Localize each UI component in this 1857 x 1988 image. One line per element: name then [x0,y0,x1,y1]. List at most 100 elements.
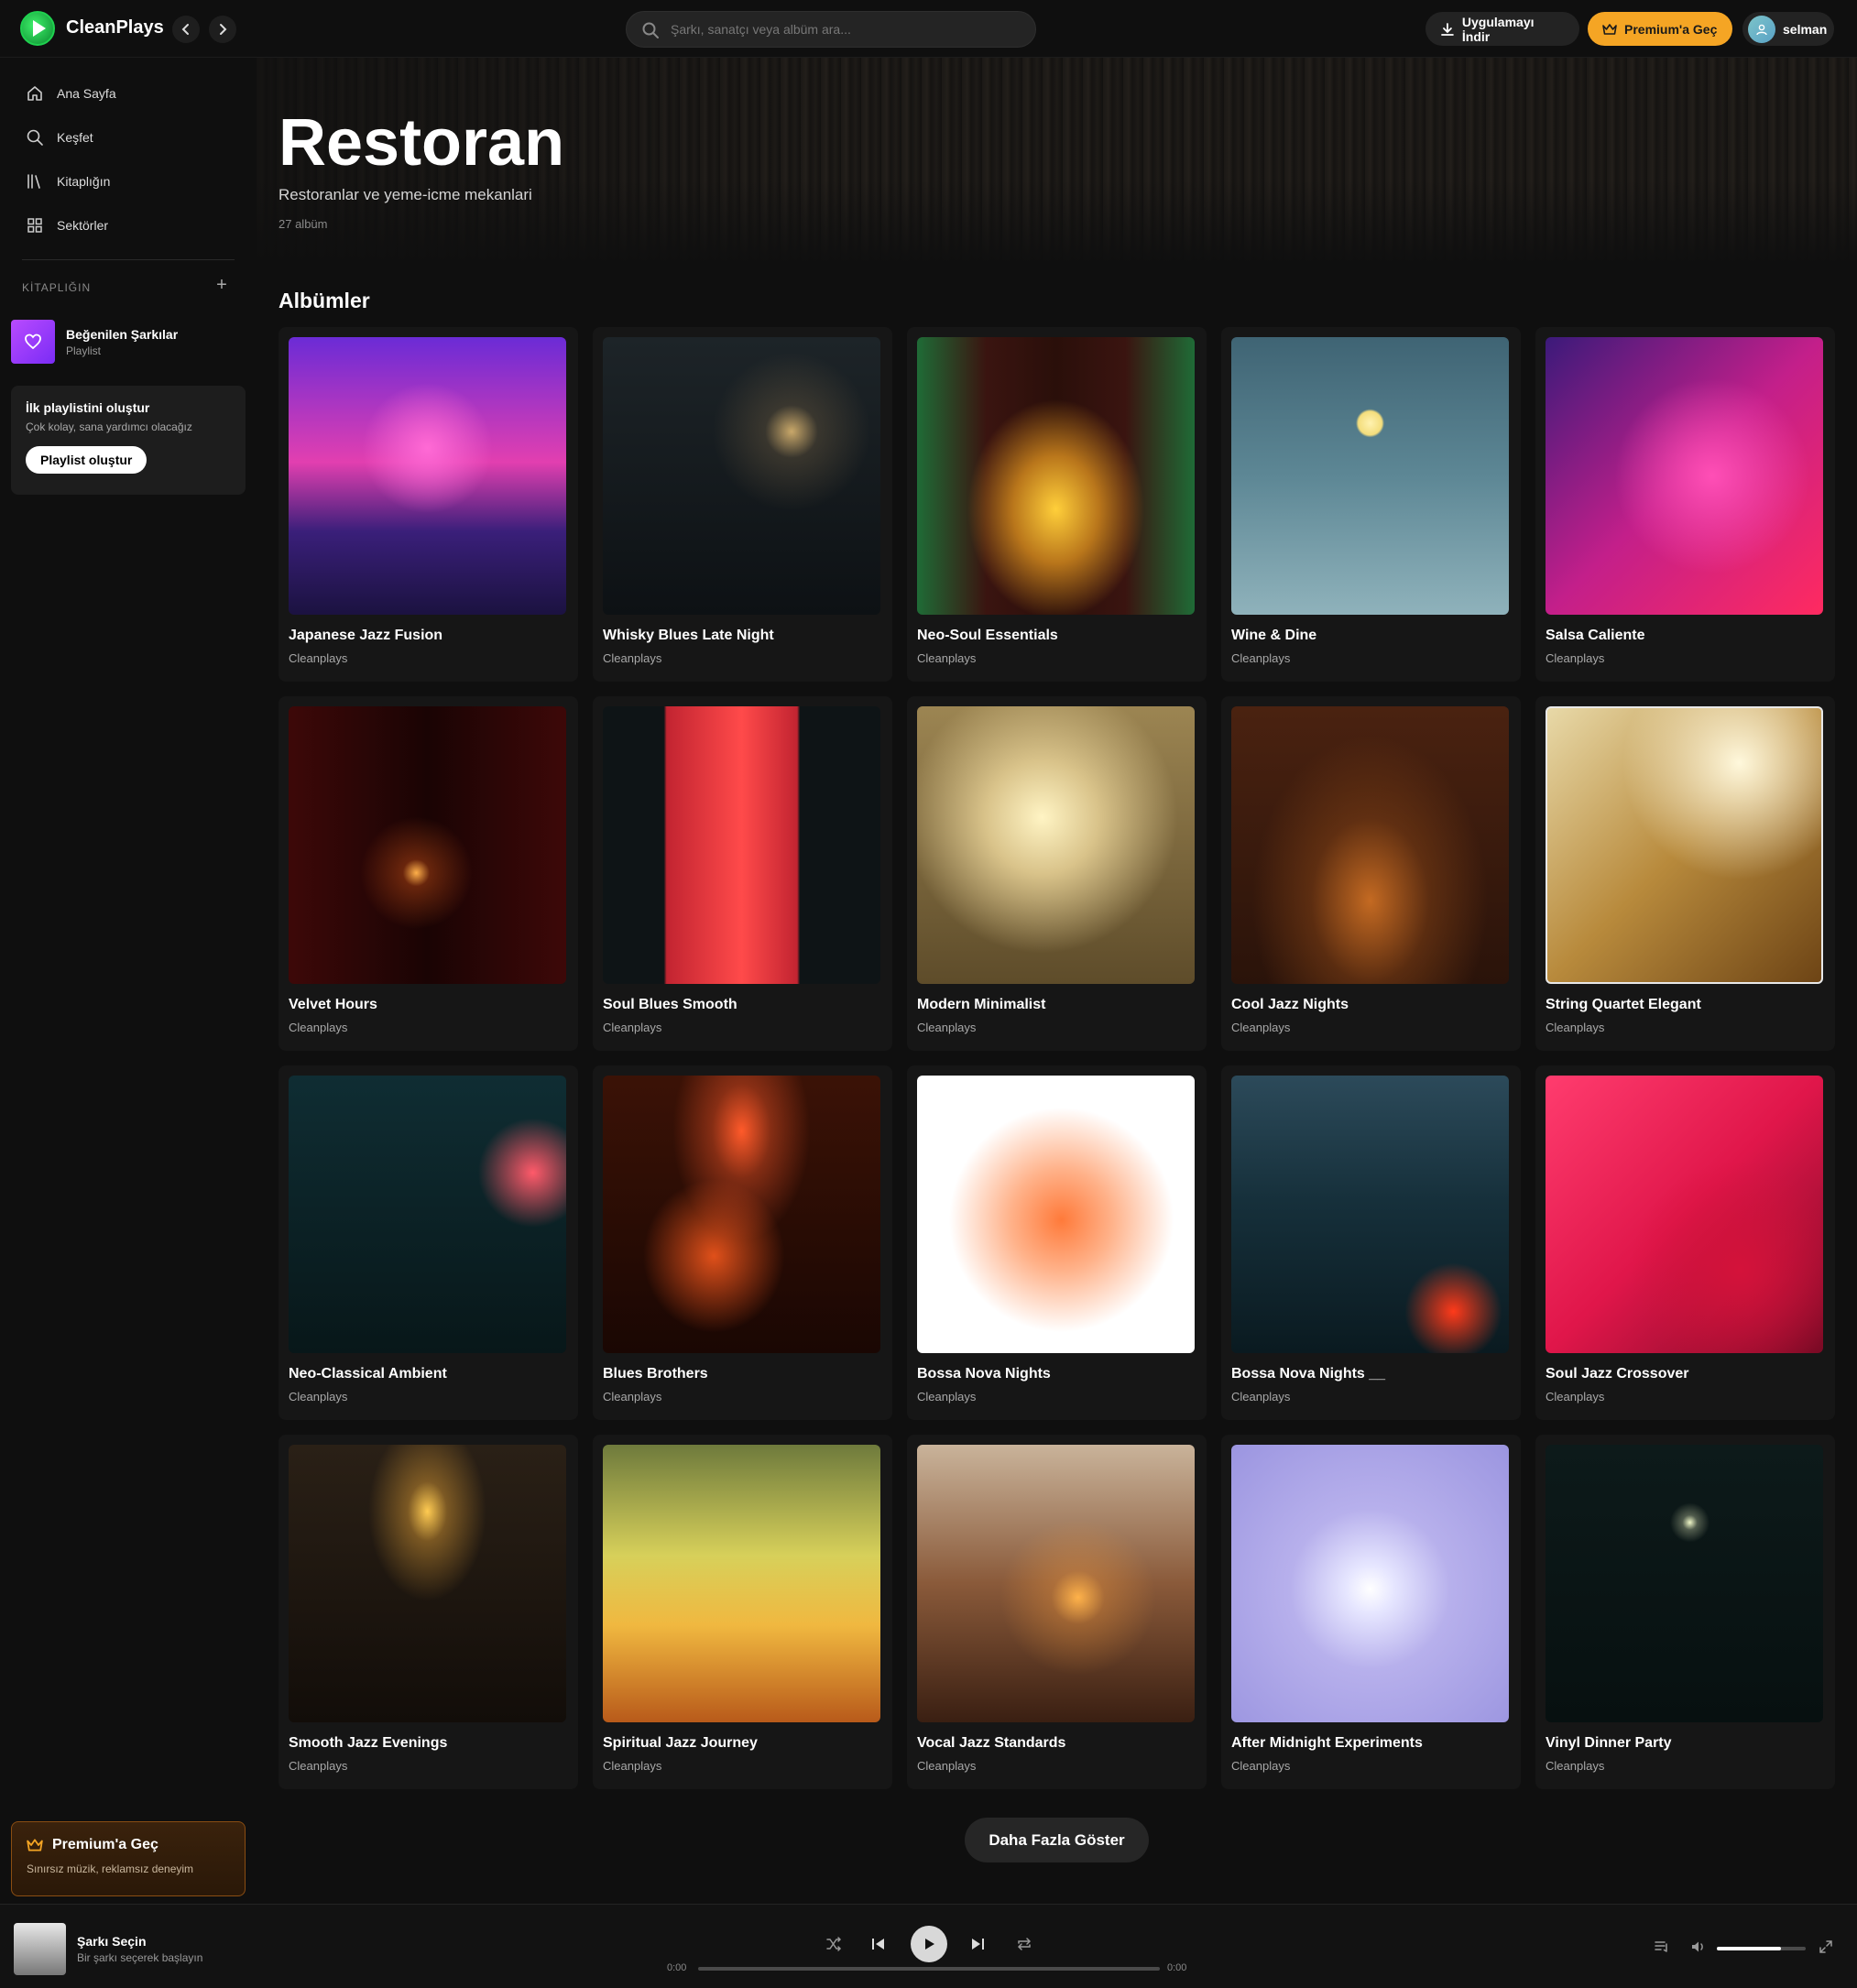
fullscreen-button[interactable] [1814,1935,1838,1959]
album-cover [603,1445,880,1722]
album-artist: Cleanplays [289,651,348,665]
album-cover [1546,337,1823,615]
play-button[interactable] [911,1926,947,1962]
repeat-button[interactable] [1012,1932,1036,1956]
album-card[interactable]: String Quartet Elegant Cleanplays [1535,696,1835,1051]
album-card[interactable]: Spiritual Jazz Journey Cleanplays [593,1435,892,1789]
album-card[interactable]: Neo-Classical Ambient Cleanplays [279,1065,578,1420]
album-card[interactable]: Japanese Jazz Fusion Cleanplays [279,327,578,682]
download-app-button[interactable]: Uygulamayı İndir [1426,12,1579,46]
album-artist: Cleanplays [1231,1390,1291,1404]
shuffle-button[interactable] [822,1932,846,1956]
forward-button[interactable] [209,16,236,43]
create-playlist-subtitle: Çok kolay, sana yardımcı olacağız [26,421,192,433]
album-card[interactable]: Salsa Caliente Cleanplays [1535,327,1835,682]
album-title: Vinyl Dinner Party [1546,1735,1672,1751]
album-title: Neo-Classical Ambient [289,1366,447,1382]
album-title: Wine & Dine [1231,628,1317,643]
album-card[interactable]: Modern Minimalist Cleanplays [907,696,1207,1051]
liked-songs-title: Beğenilen Şarkılar [66,326,179,342]
library-icon [27,174,40,189]
player-bar: Şarkı Seçin Bir şarkı seçerek başlayın 0… [0,1904,1857,1988]
repeat-icon [1017,1938,1032,1950]
previous-button[interactable] [867,1932,890,1956]
albums-heading: Albümler [279,289,370,312]
album-card[interactable]: Smooth Jazz Evenings Cleanplays [279,1435,578,1789]
album-title: After Midnight Experiments [1231,1735,1423,1751]
next-button[interactable] [966,1932,989,1956]
sidebar-item-home[interactable]: Ana Sayfa [11,75,246,112]
album-card[interactable]: Neo-Soul Essentials Cleanplays [907,327,1207,682]
volume-icon [1692,1941,1703,1952]
sidebar-item-discover[interactable]: Keşfet [11,119,246,156]
create-playlist-button[interactable]: Playlist oluştur [26,446,147,474]
heart-icon [25,333,41,350]
album-card[interactable]: Vinyl Dinner Party Cleanplays [1535,1435,1835,1789]
volume-slider[interactable] [1717,1947,1806,1950]
search-input[interactable] [671,12,1019,47]
play-logo-icon [33,20,46,37]
album-card[interactable]: Soul Blues Smooth Cleanplays [593,696,892,1051]
album-title: Smooth Jazz Evenings [289,1735,448,1751]
album-card[interactable]: Vocal Jazz Standards Cleanplays [907,1435,1207,1789]
album-cover [603,337,880,615]
user-menu-button[interactable]: selman [1742,12,1834,46]
album-artist: Cleanplays [1546,651,1605,665]
sector-hero: Restoran Restoranlar ve yeme-icme mekanl… [257,58,1857,263]
queue-button[interactable] [1650,1935,1674,1959]
sidebar-item-sectors[interactable]: Sektörler [11,207,246,244]
album-artist: Cleanplays [1231,1759,1291,1773]
avatar [1748,15,1775,43]
album-count: 27 albüm [279,217,328,231]
album-cover [917,337,1195,615]
sidebar-item-library[interactable]: Kitaplığın [11,163,246,200]
album-cover [289,1445,566,1722]
premium-promo-subtitle: Sınırsız müzik, reklamsız deneyim [27,1862,194,1875]
album-card[interactable]: Bossa Nova Nights Cleanplays [907,1065,1207,1420]
sidebar-divider [22,259,235,260]
premium-button[interactable]: Premium'a Geç [1588,12,1732,46]
album-title: Cool Jazz Nights [1231,997,1349,1012]
show-more-button[interactable]: Daha Fazla Göster [965,1818,1149,1862]
add-playlist-icon[interactable]: + [213,276,231,294]
crown-icon [1602,23,1617,35]
now-playing-title: Şarkı Seçin [77,1934,147,1949]
album-cover [1231,337,1509,615]
download-icon [1441,22,1454,36]
sidebar-item-label: Keşfet [57,130,93,145]
app-logo[interactable] [20,11,55,46]
album-cover [917,1076,1195,1353]
user-name: selman [1783,21,1828,37]
volume-button[interactable] [1687,1935,1710,1959]
album-artist: Cleanplays [289,1390,348,1404]
album-artist: Cleanplays [917,1021,977,1034]
page-title: Restoran [279,106,565,180]
album-card[interactable]: Cool Jazz Nights Cleanplays [1221,696,1521,1051]
album-title: Bossa Nova Nights [917,1366,1051,1382]
search-icon [642,22,659,38]
album-card[interactable]: Soul Jazz Crossover Cleanplays [1535,1065,1835,1420]
album-cover [1546,706,1823,984]
back-button[interactable] [172,16,200,43]
sidebar-item-label: Ana Sayfa [57,86,116,101]
album-card[interactable]: Whisky Blues Late Night Cleanplays [593,327,892,682]
album-card[interactable]: Velvet Hours Cleanplays [279,696,578,1051]
library-heading: KİTAPLIĞIN [22,281,92,294]
progress-bar[interactable] [698,1967,1160,1971]
album-cover [1231,1076,1509,1353]
album-title: Whisky Blues Late Night [603,628,774,643]
album-card[interactable]: Bossa Nova Nights __ Cleanplays [1221,1065,1521,1420]
album-cover [289,1076,566,1353]
album-artist: Cleanplays [289,1759,348,1773]
album-card[interactable]: Blues Brothers Cleanplays [593,1065,892,1420]
top-bar: CleanPlays Uygulamayı İndir Premium'a Ge… [0,0,1857,58]
album-card[interactable]: Wine & Dine Cleanplays [1221,327,1521,682]
album-card[interactable]: After Midnight Experiments Cleanplays [1221,1435,1521,1789]
premium-promo-card[interactable]: Premium'a Geç Sınırsız müzik, reklamsız … [11,1821,246,1896]
liked-songs-item[interactable]: Beğenilen Şarkılar Playlist [11,316,246,367]
premium-label: Premium'a Geç [1624,21,1718,37]
volume-level [1717,1947,1781,1950]
album-artist: Cleanplays [1546,1021,1605,1034]
album-title: Vocal Jazz Standards [917,1735,1066,1751]
album-artist: Cleanplays [289,1021,348,1034]
